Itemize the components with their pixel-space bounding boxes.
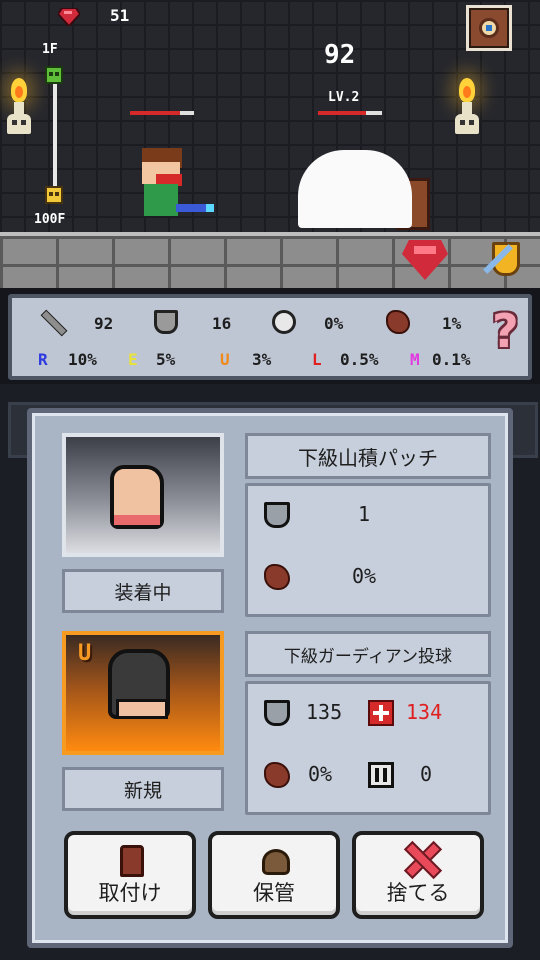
meat-icon [264,564,290,590]
rank-badge: U [78,641,92,666]
monster-hp-value: 92 [324,40,356,70]
equip-button[interactable]: 取付け [64,831,196,919]
new-meat-value: 0% [308,762,333,786]
stats-panel: 92 16 0% 1% R 10% E 5% U 3% L 0.5% M 0.1… [8,294,532,380]
defense-icon [154,310,178,334]
store-button[interactable]: 保管 [208,831,340,919]
bag-icon [262,849,290,875]
spellbook-icon[interactable] [466,5,512,51]
new-label: 新規 [62,767,224,811]
rarity-l-letter: L [312,350,322,369]
new-item-slot[interactable]: U [62,631,224,755]
defense-value: 16 [212,314,232,333]
monster-level: LV.2 [328,90,360,105]
ghost-monster-sprite[interactable] [298,150,412,228]
current-item-stats: 1 0% [245,483,491,617]
help-button[interactable]: ? [492,308,526,360]
gem-icon [58,8,80,26]
rarity-r-value: 10% [68,350,97,369]
helmet-icon [108,649,170,719]
new-item-name: 下級ガーディアン投球 [245,631,491,677]
close-x-icon [404,841,438,875]
floor-bottom-label: 100F [34,212,66,227]
store-button-label: 保管 [253,881,295,905]
rarity-u-value: 3% [252,350,272,369]
meat-icon [386,310,410,334]
meat-value: 1% [442,314,462,333]
torch-right-icon [452,70,482,140]
rarity-r-letter: R [38,350,48,369]
boss-floor-marker-icon [45,186,63,204]
rarity-m-letter: M [410,350,420,369]
rarity-l-value: 0.5% [340,350,379,369]
speed-value: 0% [324,314,344,333]
floor-progress-track [53,82,57,188]
hp-icon [368,700,394,726]
torch-left-icon [4,70,34,140]
current-item-slot[interactable] [62,433,224,557]
rarity-u-letter: U [220,350,230,369]
equipped-label: 装着中 [62,569,224,613]
stone-floor [0,232,540,288]
speed-icon [272,310,296,334]
meat-icon [264,762,290,788]
new-defense-value: 135 [306,700,343,724]
monster-hp-bar [318,111,382,115]
gem-count: 51 [110,6,130,25]
glove-icon [110,465,164,529]
attack-value: 92 [94,314,114,333]
current-meat-value: 0% [352,564,377,588]
current-item-name: 下級山積パッチ [245,433,491,479]
dungeon-scene: 51 1F 100F 92 LV.2 [0,0,540,288]
discard-button[interactable]: 捨てる [352,831,484,919]
attack-icon [40,310,64,334]
rarity-e-value: 5% [156,350,176,369]
equip-button-label: 取付け [98,881,162,905]
floor-top-label: 1F [42,42,58,57]
equipment-button[interactable] [476,240,524,282]
new-pause-value: 0 [420,762,433,786]
new-item-stats: 135 134 0% 0 [245,681,491,815]
question-mark-icon: ? [492,304,519,358]
item-compare-dialog: 装着中 下級山積パッチ 1 0% U 新規 下級ガーディアン投球 135 134… [27,408,513,948]
pause-icon [368,762,394,788]
discard-button-label: 捨てる [386,881,450,905]
hero-sprite [136,148,216,228]
new-hp-value: 134 [406,700,443,724]
defense-icon [264,700,290,726]
armor-icon [120,845,144,877]
rarity-m-value: 0.1% [432,350,471,369]
current-defense-value: 1 [358,502,371,526]
current-floor-marker-icon [45,66,63,84]
hero-hp-bar [130,111,194,115]
rarity-e-letter: E [128,350,138,369]
defense-icon [264,502,290,528]
